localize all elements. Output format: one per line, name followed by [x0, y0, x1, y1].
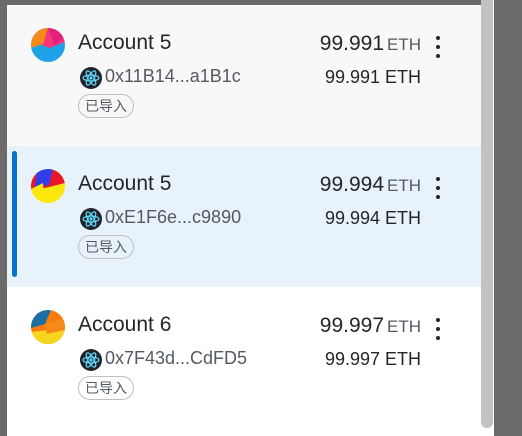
- imported-badge: 已导入: [78, 94, 134, 118]
- jazzicon-avatar-icon: [31, 169, 65, 203]
- react-atom-icon: [80, 67, 102, 89]
- account-balance-secondary: 99.994 ETH: [324, 208, 421, 228]
- balance-value: 99.997: [319, 314, 384, 337]
- account-list: Account 5 0x11B14...a1B1c 已导入 99.991 ETH …: [7, 5, 481, 436]
- balance-unit: ETH: [387, 176, 421, 195]
- more-vertical-icon[interactable]: [429, 36, 447, 58]
- jazzicon-avatar-icon: [31, 310, 65, 344]
- account-address: 0x11B14...a1B1c: [105, 66, 241, 86]
- account-balance: 99.997 ETH: [320, 314, 421, 338]
- account-name: Account 5: [78, 31, 172, 54]
- react-atom-icon: [80, 349, 102, 371]
- account-balance: 99.991 ETH: [320, 32, 421, 56]
- imported-badge: 已导入: [78, 376, 134, 400]
- balance-unit: ETH: [387, 35, 421, 54]
- selected-indicator: [12, 151, 17, 277]
- account-name: Account 5: [78, 172, 172, 195]
- balance-value: 99.994: [319, 173, 384, 196]
- scrollbar-thumb[interactable]: [481, 0, 493, 428]
- account-name: Account 6: [78, 313, 172, 336]
- account-address: 0x7F43d...CdFD5: [105, 348, 248, 368]
- balance-value: 99.991: [319, 32, 384, 55]
- more-vertical-icon[interactable]: [429, 177, 447, 199]
- react-atom-icon: [80, 208, 102, 230]
- account-list-item[interactable]: Account 5 0x11B14...a1B1c 已导入 99.991 ETH …: [7, 5, 481, 146]
- jazzicon-avatar-icon: [31, 28, 65, 62]
- balance-unit: ETH: [387, 317, 421, 336]
- window-edge: [494, 0, 522, 436]
- account-list-item-selected[interactable]: Account 5 0xE1F6e...c9890 已导入 99.994 ETH …: [7, 146, 481, 287]
- account-list-item[interactable]: Account 6 0x7F43d...CdFD5 已导入 99.997 ETH …: [7, 287, 481, 428]
- imported-badge: 已导入: [78, 235, 134, 259]
- account-balance-secondary: 99.997 ETH: [324, 349, 421, 369]
- account-balance-secondary: 99.991 ETH: [324, 67, 421, 87]
- account-balance: 99.994 ETH: [320, 173, 421, 197]
- account-address: 0xE1F6e...c9890: [105, 207, 242, 227]
- more-vertical-icon[interactable]: [429, 318, 447, 340]
